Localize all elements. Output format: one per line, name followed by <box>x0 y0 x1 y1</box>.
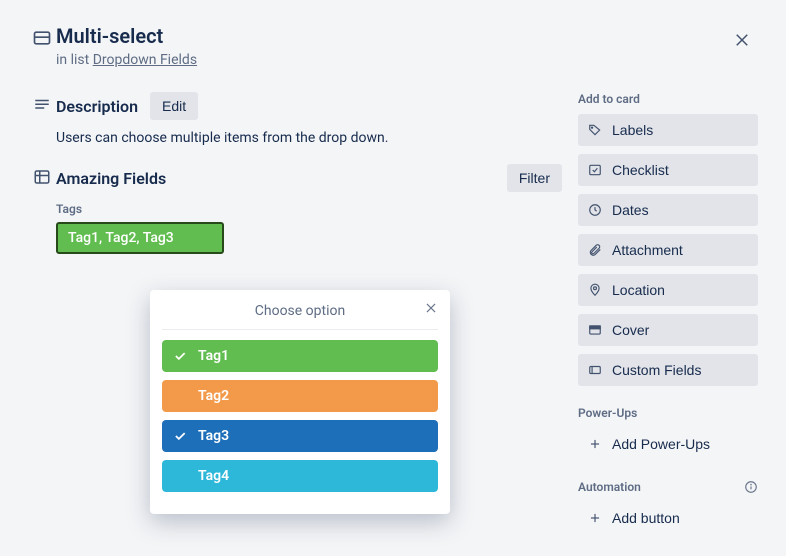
option-tag2[interactable]: Tag2 <box>162 380 438 412</box>
card-icon <box>28 24 56 48</box>
location-button[interactable]: Location <box>578 274 758 306</box>
popover-title: Choose option <box>255 303 345 319</box>
amazing-fields-icon <box>28 164 56 254</box>
option-tag1[interactable]: Tag1 <box>162 340 438 372</box>
filter-button[interactable]: Filter <box>507 164 562 192</box>
card-list-line: in list Dropdown Fields <box>56 52 197 68</box>
dates-button[interactable]: Dates <box>578 194 758 226</box>
plus-icon <box>588 511 602 525</box>
custom-fields-icon <box>588 363 602 377</box>
description-icon <box>28 92 56 146</box>
tag-icon <box>588 123 602 137</box>
description-title: Description <box>56 97 138 116</box>
automation-label: Automation <box>578 480 758 494</box>
close-button[interactable] <box>726 24 758 56</box>
power-ups-label: Power-Ups <box>578 406 758 420</box>
option-tag4[interactable]: Tag4 <box>162 460 438 492</box>
add-button-button[interactable]: Add button <box>578 502 758 534</box>
check-icon <box>172 429 188 443</box>
check-icon <box>172 349 188 363</box>
tags-value[interactable]: Tag1, Tag2, Tag3 <box>56 222 224 254</box>
checklist-icon <box>588 163 602 177</box>
cover-icon <box>588 323 602 337</box>
labels-button[interactable]: Labels <box>578 114 758 146</box>
tags-label: Tags <box>56 202 562 216</box>
close-icon <box>424 301 438 315</box>
list-link[interactable]: Dropdown Fields <box>93 52 197 68</box>
cover-button[interactable]: Cover <box>578 314 758 346</box>
custom-fields-button[interactable]: Custom Fields <box>578 354 758 386</box>
checklist-button[interactable]: Checklist <box>578 154 758 186</box>
plus-icon <box>588 437 602 451</box>
choose-option-popover: Choose option Tag1 Tag2 Tag3 Tag4 <box>150 290 450 514</box>
info-icon[interactable] <box>744 480 758 494</box>
option-tag3[interactable]: Tag3 <box>162 420 438 452</box>
card-title[interactable]: Multi-select <box>56 24 197 48</box>
add-power-ups-button[interactable]: Add Power-Ups <box>578 428 758 460</box>
amazing-fields-title: Amazing Fields <box>56 169 166 188</box>
add-to-card-label: Add to card <box>578 92 758 106</box>
attachment-button[interactable]: Attachment <box>578 234 758 266</box>
popover-close-button[interactable] <box>424 300 438 319</box>
edit-description-button[interactable]: Edit <box>150 92 198 120</box>
clock-icon <box>588 203 602 217</box>
close-icon <box>733 31 751 49</box>
description-text[interactable]: Users can choose multiple items from the… <box>56 130 562 146</box>
paperclip-icon <box>588 243 602 257</box>
location-icon <box>588 283 602 297</box>
